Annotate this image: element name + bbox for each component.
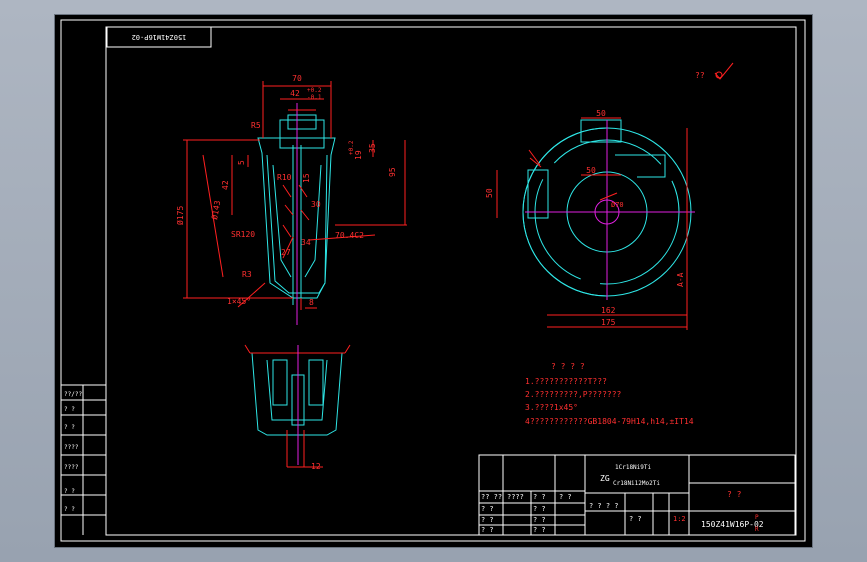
front-top-slot [287, 114, 317, 130]
side-hatch [528, 149, 542, 168]
section-rib-right [308, 359, 324, 406]
ls-label-7: ? ? [64, 506, 75, 513]
section-dim-12: 12 [311, 462, 321, 471]
side-right-flange [615, 154, 666, 178]
side-dim-50l-text: 50 [485, 188, 494, 198]
code-tag-text: 150Z41W16P-02 [132, 33, 187, 41]
side-dim-70-text: Ø70 [611, 201, 624, 209]
notes-heading: ? ? ? ? [551, 362, 585, 371]
dim-sr120: SR120 [231, 230, 255, 239]
tb-row-label-1: ?? ?? [481, 493, 502, 501]
tb-cell-8: ? ? [629, 515, 642, 523]
dim-r10: R10 [277, 173, 292, 182]
tb-cell-4: ? ? [533, 526, 546, 534]
tb-cell-6: ? ? [559, 493, 572, 501]
tb-row-label-3: ? ? [481, 505, 494, 513]
dim-42-tol-upper: +0.2 [307, 87, 322, 94]
side-dim-70-leader [599, 192, 618, 201]
tb-row-label-2: ???? [507, 493, 524, 501]
dim-8: 8 [309, 298, 314, 307]
front-view: 70 42 +0.2 -0.1 R5 5 42 Ø143 Ø175 SR120 … [175, 74, 407, 325]
drawing-code-super: P [755, 514, 759, 521]
technical-notes: ? ? ? ? 1.???????????T??? 2.?????????,P?… [525, 362, 694, 426]
dim-42: 42 [290, 89, 300, 98]
ls-label-5: ???? [64, 464, 79, 471]
section-inner [266, 359, 328, 421]
dim-30: 30 [311, 200, 321, 209]
side-dim-50m-text: 50 [586, 166, 596, 175]
roughness-text: ?? [695, 71, 705, 80]
dim-42-tol-lower: -0.1 [307, 94, 322, 101]
drawing-code-sub: R [755, 526, 759, 533]
inner-frame [105, 26, 797, 536]
material-top: 1Cr18Ni9Ti [615, 464, 652, 471]
tb-cell-5: ? ? [481, 526, 494, 534]
ls-label-1: ??/?? [64, 391, 82, 398]
note-line-1: 1.???????????T??? [525, 377, 607, 386]
ls-label-6: ? ? [64, 488, 75, 495]
scale-value: 1:2 [673, 515, 686, 523]
tb-cell-3: ? ? [533, 516, 546, 524]
dim-c2: 70.4C2 [335, 231, 364, 240]
note-line-3: 3.????1x45° [525, 403, 578, 412]
dim-chamfer: 1×45° [227, 297, 251, 306]
cad-viewport[interactable]: 150Z41W16P-02 ?? 70 42 +0.2 -0.1 R5 5 42… [55, 15, 812, 547]
tb-cell-1: ? ? [533, 493, 546, 501]
dim-35: 35 [368, 143, 377, 153]
dim-r3: R3 [242, 270, 252, 279]
note-line-4: 4????????????GB1804-79H14,h14,±IT14 [525, 417, 694, 426]
side-dim-175-text: 175 [601, 318, 616, 327]
note-line-2: 2.?????????,P??????? [525, 390, 622, 399]
outer-border [60, 19, 806, 542]
dim-15: 15 [302, 173, 311, 183]
dim-95: 95 [388, 167, 397, 177]
dim-175: Ø175 [175, 206, 185, 225]
hatch-lines [282, 184, 310, 238]
left-strip: ??/?? ? ? ? ? ???? ???? ? ? ? ? [61, 385, 106, 535]
section-outer [251, 352, 343, 436]
front-top-block [279, 119, 325, 149]
side-view: 50 50 50 Ø70 162 175 A-A [485, 109, 695, 330]
dim-19: 19 [354, 150, 363, 160]
material-prefix: ZG [600, 474, 610, 483]
part-name: ? ? [727, 490, 742, 499]
dim-19-tol: +0.2 [348, 140, 355, 155]
ls-label-3: ? ? [64, 424, 75, 431]
dim-5: 5 [237, 160, 246, 165]
side-top-lug [580, 119, 622, 143]
ls-label-4: ???? [64, 444, 79, 451]
side-aa-label: A-A [676, 272, 685, 287]
side-dim-162-text: 162 [601, 306, 616, 315]
dim-42v: 42 [221, 180, 230, 190]
dim-r5: R5 [251, 121, 261, 130]
tb-cell-2: ? ? [533, 505, 546, 513]
side-dim-50t-text: 50 [596, 109, 606, 118]
dim-27: 27 [281, 248, 291, 257]
tb-row-label-4: ? ? [481, 516, 494, 524]
roughness-symbol-icon [714, 62, 734, 80]
dim-34: 34 [301, 238, 311, 247]
section-rib-left [272, 359, 288, 406]
material-bottom: Cr18Ni12Mo2Ti [613, 480, 660, 487]
cad-drawing: 150Z41W16P-02 ?? 70 42 +0.2 -0.1 R5 5 42… [60, 19, 806, 542]
ls-label-2: ? ? [64, 406, 75, 413]
title-block: 1Cr18Ni9Ti ZG Cr18Ni12Mo2Ti ? ? 150Z41W1… [478, 454, 796, 536]
tb-cell-7: ? ? ? ? [589, 502, 619, 510]
section-view: 12 [244, 344, 351, 471]
dim-70: 70 [292, 74, 302, 83]
